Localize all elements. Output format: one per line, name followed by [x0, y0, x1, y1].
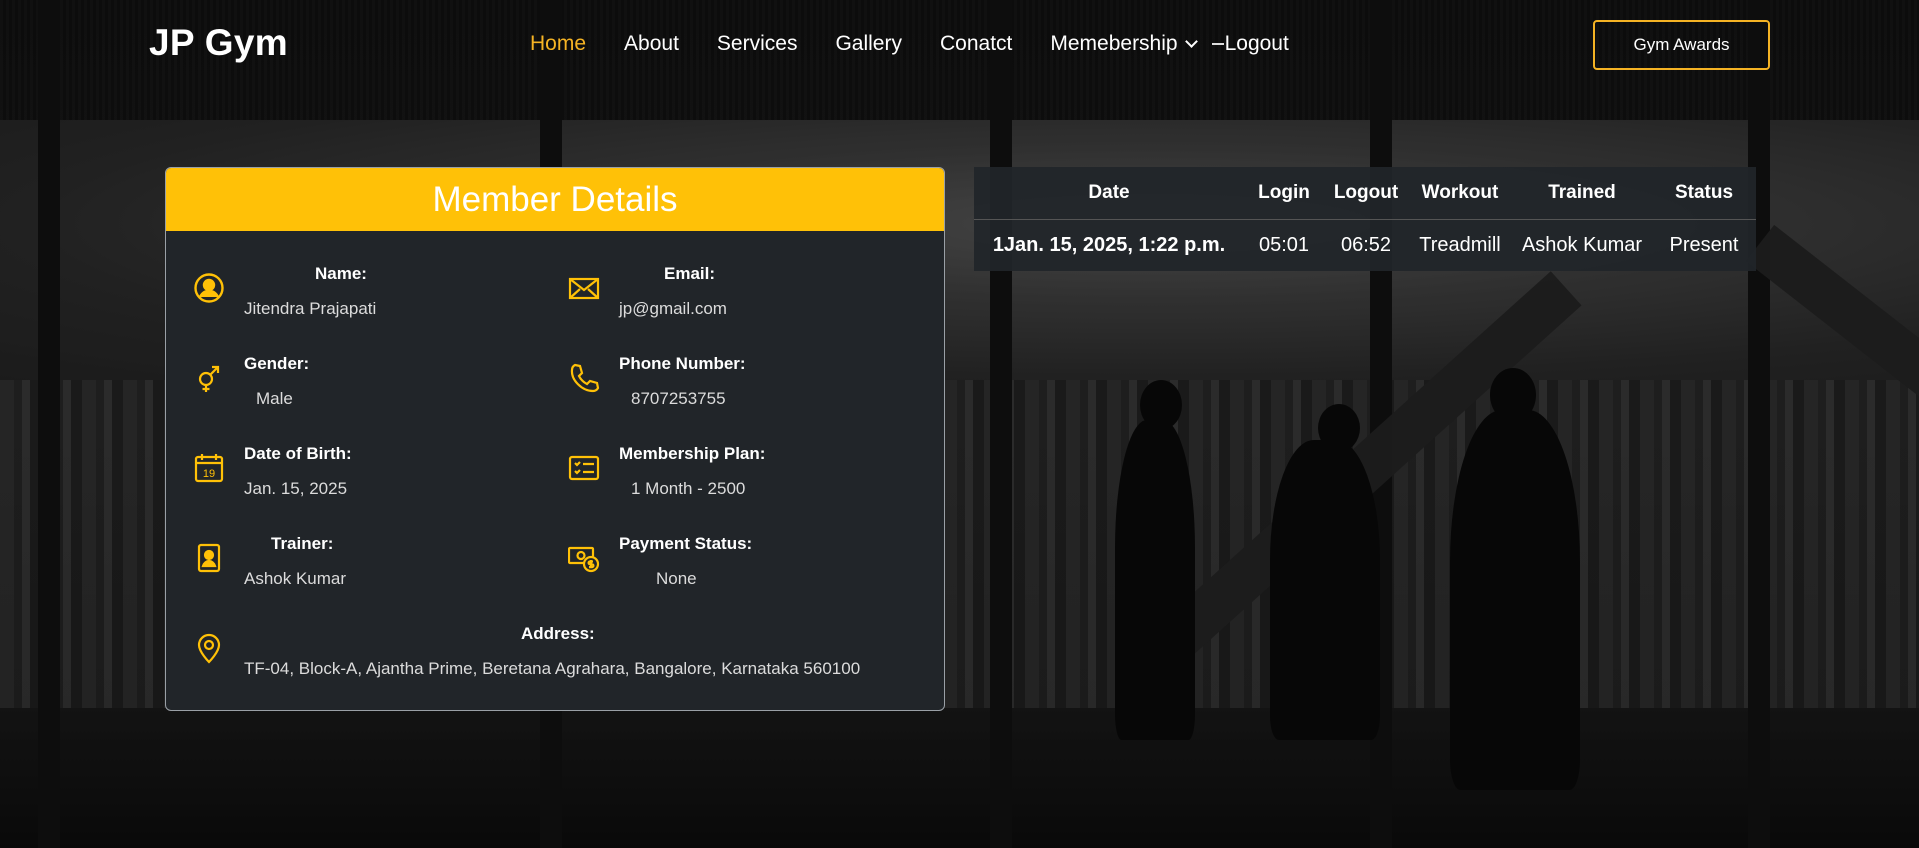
nav-membership-label: Memebership [1050, 32, 1178, 55]
column-header-workout: Workout [1408, 167, 1512, 220]
phone-icon [568, 362, 600, 394]
gender-value: Male [256, 389, 293, 408]
navbar: JP Gym Home About Services Gallery Conat… [0, 0, 1919, 90]
trainer-field: Trainer: Ashok Kumar [193, 534, 523, 594]
dob-label: Date of Birth: [244, 444, 352, 463]
nav-divider [1211, 43, 1224, 45]
column-header-status: Status [1652, 167, 1756, 220]
member-details-card: Member Details Name: Jitendra Prajapati … [165, 167, 945, 711]
dob-field: 19 Date of Birth: Jan. 15, 2025 [193, 444, 523, 504]
brand-logo[interactable]: JP Gym [149, 22, 288, 64]
name-label: Name: [315, 264, 367, 283]
gym-awards-button[interactable]: Gym Awards [1593, 20, 1770, 70]
nav-membership-dropdown[interactable]: Memebership [1050, 32, 1198, 56]
cell-workout: Treadmill [1419, 233, 1501, 256]
name-field: Name: Jitendra Prajapati [193, 264, 523, 324]
membership-plan-value: 1 Month - 2500 [631, 479, 746, 498]
phone-field: Phone Number: 8707253755 [568, 354, 898, 414]
trainer-badge-icon [193, 542, 225, 574]
membership-plan-label: Membership Plan: [619, 444, 766, 463]
gender-label: Gender: [244, 354, 310, 373]
column-header-login: Login [1244, 167, 1324, 220]
payment-status-field: Payment Status: None [567, 534, 898, 594]
nav-contact[interactable]: Conatct [940, 32, 1012, 56]
column-header-date: Date [974, 167, 1244, 220]
checklist-icon [568, 452, 600, 484]
nav-gallery[interactable]: Gallery [835, 32, 902, 56]
email-value: jp@gmail.com [619, 299, 727, 318]
phone-label: Phone Number: [619, 354, 746, 373]
nav-home[interactable]: Home [530, 32, 586, 56]
membership-plan-field: Membership Plan: 1 Month - 2500 [568, 444, 898, 504]
address-value: TF-04, Block-A, Ajantha Prime, Beretana … [244, 659, 861, 678]
card-title: Member Details [432, 179, 678, 219]
cell-date: 1Jan. 15, 2025, 1:22 p.m. [992, 233, 1226, 256]
user-circle-icon [193, 272, 225, 304]
money-icon [567, 542, 600, 574]
nav-logout[interactable]: Logout [1225, 32, 1289, 56]
map-pin-icon [193, 632, 225, 664]
column-header-trained: Trained [1512, 167, 1652, 220]
table-header-row: Date Login Logout Workout Trained Status [974, 167, 1756, 220]
nav-about[interactable]: About [624, 32, 679, 56]
name-value: Jitendra Prajapati [244, 299, 377, 318]
payment-status-value: None [656, 569, 697, 588]
email-field: Email: jp@gmail.com [568, 264, 898, 324]
cell-logout: 06:52 [1340, 233, 1392, 256]
svg-text:19: 19 [203, 468, 215, 480]
chevron-down-icon [1184, 35, 1198, 48]
main-nav: Home About Services Gallery Conatct Meme… [530, 32, 1327, 56]
cell-login: 05:01 [1258, 233, 1310, 256]
address-label: Address: [521, 624, 595, 643]
cell-trained: Ashok Kumar [1521, 233, 1643, 256]
cell-status: Present [1669, 233, 1739, 256]
attendance-table: Date Login Logout Workout Trained Status… [974, 167, 1756, 271]
trainer-value: Ashok Kumar [244, 569, 347, 588]
payment-status-label: Payment Status: [619, 534, 753, 553]
gender-icon [193, 362, 225, 394]
email-label: Email: [664, 264, 716, 283]
gender-field: Gender: Male [193, 354, 523, 414]
dob-value: Jan. 15, 2025 [244, 479, 348, 498]
table-row: 1Jan. 15, 2025, 1:22 p.m. 05:01 06:52 Tr… [974, 219, 1756, 271]
trainer-label: Trainer: [271, 534, 334, 553]
calendar-icon: 19 [193, 452, 225, 484]
phone-value: 8707253755 [631, 389, 726, 408]
card-header: Member Details [166, 168, 944, 231]
envelope-icon [568, 272, 600, 304]
address-field: Address: TF-04, Block-A, Ajantha Prime, … [193, 624, 913, 684]
column-header-logout: Logout [1324, 167, 1408, 220]
nav-services[interactable]: Services [717, 32, 798, 56]
